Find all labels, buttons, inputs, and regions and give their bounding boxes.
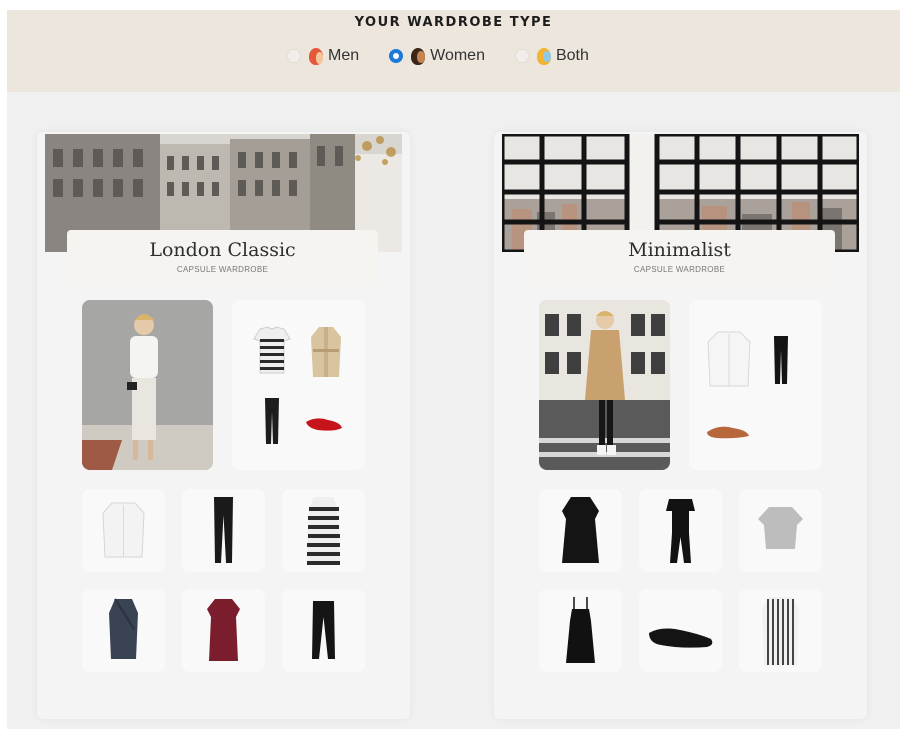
item-tile[interactable]: [282, 589, 365, 672]
striped-shirt-dress-icon: [762, 597, 799, 665]
radio-label-both: Both: [555, 47, 589, 64]
item-tile[interactable]: [539, 489, 622, 572]
black-trousers-icon: [214, 497, 233, 563]
item-tile[interactable]: [82, 589, 165, 672]
card-title-box: London Classic CAPSULE WARDROBE: [67, 230, 378, 286]
item-tile[interactable]: [82, 489, 165, 572]
black-loafer-icon: [649, 628, 713, 648]
burgundy-dress-icon: [207, 599, 240, 661]
wardrobe-cards-area: London Classic CAPSULE WARDROBE Minimali…: [7, 92, 900, 729]
brown-mule-icon: [707, 426, 749, 439]
radio-option-both[interactable]: Both: [514, 47, 589, 65]
wardrobe-type-header: YOUR WARDROBE TYPE Men Women Both: [7, 10, 900, 92]
item-tile[interactable]: [539, 589, 622, 672]
striped-dress-icon: [307, 497, 340, 565]
outfit-photo: [82, 300, 213, 470]
navy-wrap-dress-icon: [109, 598, 138, 659]
person-face-icon: [536, 47, 551, 65]
black-jumpsuit-icon: [666, 499, 695, 563]
card-minimalist[interactable]: Minimalist CAPSULE WARDROBE: [494, 132, 867, 719]
man-face-icon: [309, 47, 323, 65]
page: YOUR WARDROBE TYPE Men Women Both London…: [7, 10, 900, 729]
black-pants-icon: [312, 601, 335, 659]
outfit-items-tile[interactable]: [689, 300, 822, 470]
black-slip-dress-icon: [566, 597, 595, 663]
black-jeans-icon: [774, 336, 788, 384]
header-title: YOUR WARDROBE TYPE: [354, 15, 553, 30]
item-tile[interactable]: [182, 489, 265, 572]
white-shirt-icon: [707, 331, 751, 387]
radio-label-men: Men: [328, 47, 360, 64]
card-subtitle: CAPSULE WARDROBE: [176, 265, 269, 274]
radio-men[interactable]: [287, 49, 301, 63]
item-tile[interactable]: [182, 589, 265, 672]
black-dress-icon: [562, 497, 599, 563]
wardrobe-type-radio-group: Men Women Both: [287, 44, 619, 68]
card-london-classic[interactable]: London Classic CAPSULE WARDROBE: [37, 132, 410, 719]
card-title: London Classic: [149, 239, 296, 261]
trench-coat-icon: [311, 327, 341, 377]
radio-women[interactable]: [389, 49, 404, 63]
radio-both[interactable]: [514, 49, 529, 63]
woman-face-icon: [411, 47, 426, 65]
card-subtitle: CAPSULE WARDROBE: [633, 265, 726, 274]
card-title: Minimalist: [628, 239, 731, 261]
outfit-photo: [539, 300, 670, 470]
white-shirt-icon: [102, 502, 145, 558]
striped-tshirt-icon: [253, 326, 291, 374]
grey-top-icon: [758, 507, 803, 549]
red-flat-shoe-icon: [306, 418, 342, 431]
item-tile[interactable]: [739, 489, 822, 572]
card-title-box: Minimalist CAPSULE WARDROBE: [524, 230, 835, 286]
item-tile[interactable]: [739, 589, 822, 672]
radio-option-men[interactable]: Men: [287, 47, 359, 65]
outfit-items-tile[interactable]: [232, 300, 365, 470]
radio-label-women: Women: [430, 47, 485, 64]
item-tile[interactable]: [639, 489, 722, 572]
black-trousers-icon: [265, 398, 279, 444]
item-tile[interactable]: [639, 589, 722, 672]
radio-option-women[interactable]: Women: [389, 47, 485, 65]
item-tile[interactable]: [282, 489, 365, 572]
